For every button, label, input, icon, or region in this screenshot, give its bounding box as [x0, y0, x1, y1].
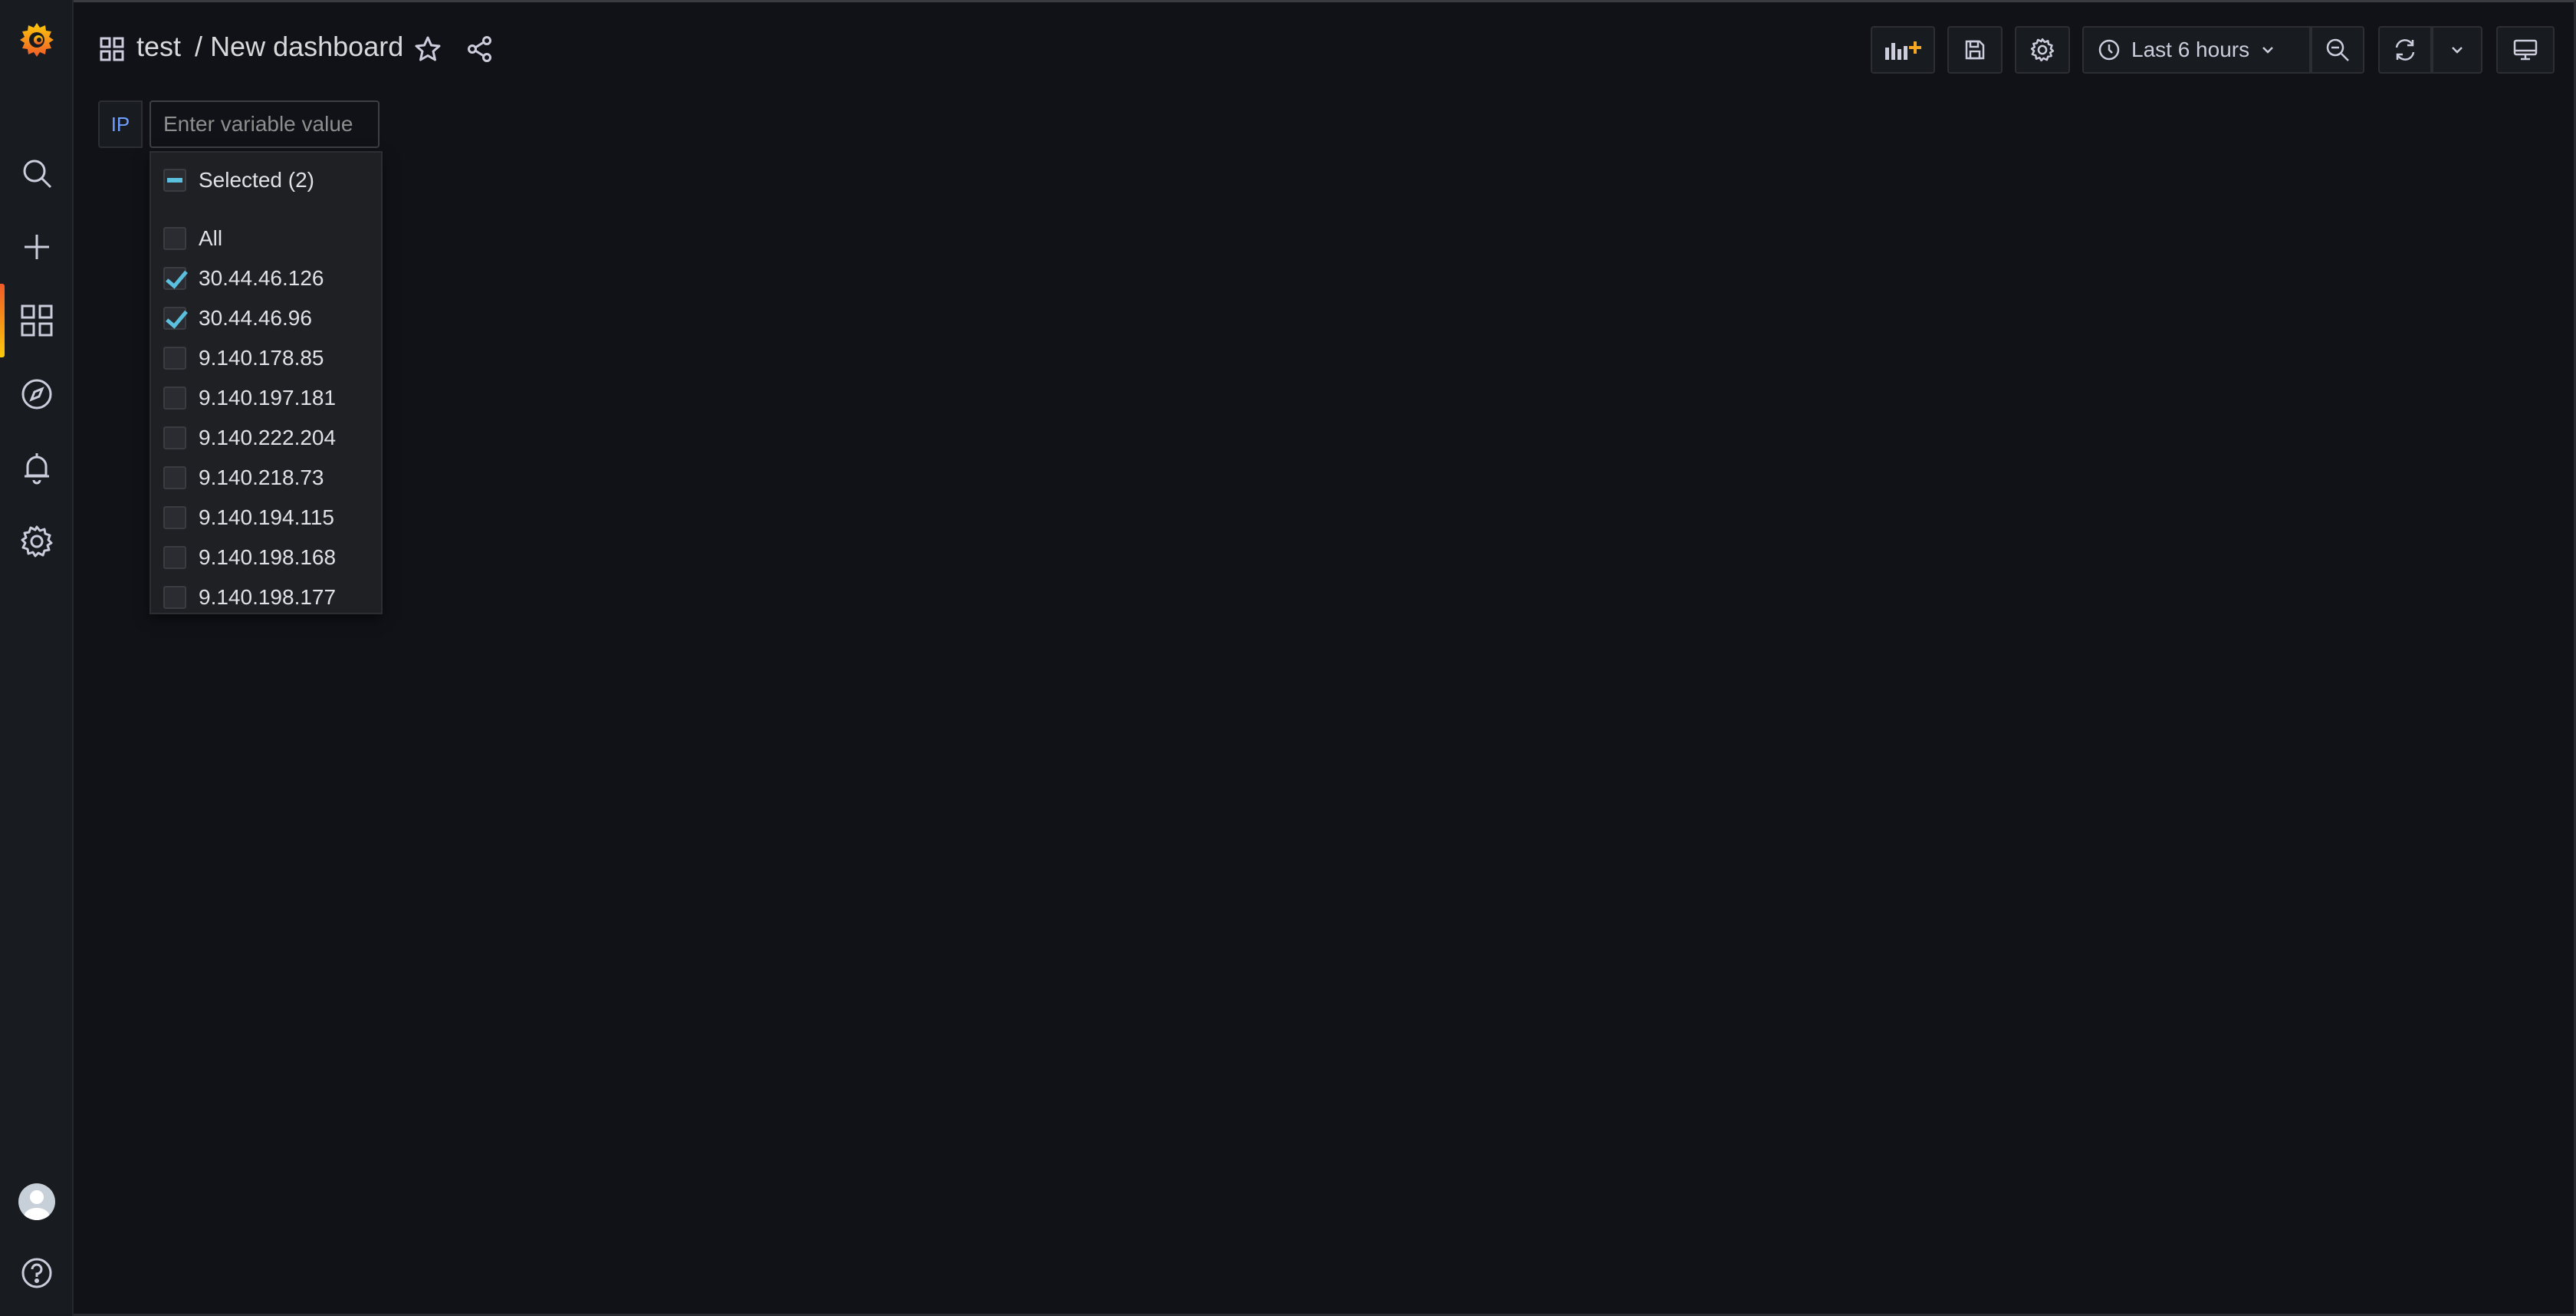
selected-count-label: Selected (2): [199, 168, 314, 192]
checkbox[interactable]: [163, 546, 186, 569]
sidebar: [0, 0, 74, 1316]
variable-options-dropdown: Selected (2) All 30.44.46.126 30.44.46.96 9…: [150, 151, 383, 614]
gear-icon: [2030, 38, 2055, 62]
help-icon[interactable]: [0, 1236, 74, 1310]
variable-option-label: 9.140.194.115: [199, 505, 334, 529]
zoom-out-icon: [2326, 38, 2349, 61]
variable-label: IP: [98, 100, 143, 148]
clock-icon: [2098, 39, 2120, 61]
checkbox[interactable]: [163, 426, 186, 449]
zoom-out-button[interactable]: [2311, 26, 2364, 74]
select-toggle-all[interactable]: Selected (2): [151, 160, 381, 200]
search-icon[interactable]: [0, 137, 74, 210]
variable-option[interactable]: 9.140.197.181: [151, 378, 381, 418]
gear-icon[interactable]: [0, 505, 74, 578]
dashboard-settings-button[interactable]: [2015, 26, 2070, 74]
checkbox[interactable]: [163, 387, 186, 410]
explore-icon[interactable]: [0, 357, 74, 431]
partial-checkbox[interactable]: [163, 169, 186, 192]
variable-option-label: 30.44.46.126: [199, 266, 324, 290]
page-title[interactable]: New dashboard: [210, 31, 403, 62]
variable-option-label: 9.140.178.85: [199, 346, 324, 370]
plus-icon[interactable]: [0, 210, 74, 284]
variable-option[interactable]: 9.140.218.73: [151, 458, 381, 498]
checkbox[interactable]: [163, 506, 186, 529]
refresh-icon: [2395, 39, 2415, 61]
checkbox[interactable]: [163, 347, 186, 370]
checked-checkbox[interactable]: [163, 307, 186, 330]
tv-mode-button[interactable]: [2496, 26, 2555, 74]
breadcrumb-separator: /: [195, 31, 203, 62]
variable-option-label: 9.140.197.181: [199, 386, 337, 410]
variable-option-label: 30.44.46.96: [199, 306, 312, 330]
breadcrumb: test / New dashboard: [136, 31, 403, 63]
time-range-label: Last 6 hours: [2131, 38, 2250, 61]
chevron-down-icon: [2452, 47, 2463, 54]
variable-option[interactable]: 9.140.198.168: [151, 538, 381, 577]
variable-option[interactable]: 9.140.222.204: [151, 418, 381, 458]
variable-option-label: 9.140.218.73: [199, 466, 324, 489]
variable-option[interactable]: 9.140.194.115: [151, 498, 381, 538]
refresh-button[interactable]: [2378, 26, 2432, 74]
variable-option[interactable]: All: [151, 219, 381, 258]
variable-option[interactable]: 30.44.46.126: [151, 258, 381, 298]
add-panel-icon: [1885, 41, 1921, 60]
window-frame: [0, 0, 2576, 1316]
share-icon[interactable]: [466, 35, 494, 67]
avatar[interactable]: [18, 1183, 55, 1220]
monitor-icon: [2513, 39, 2538, 61]
dashboards-icon[interactable]: [0, 284, 74, 357]
variable-option[interactable]: 30.44.46.96: [151, 298, 381, 338]
time-range-picker[interactable]: Last 6 hours: [2082, 26, 2311, 74]
checkbox[interactable]: [163, 466, 186, 489]
star-icon[interactable]: [414, 35, 442, 67]
add-panel-button[interactable]: [1871, 26, 1935, 74]
dashboards-grid-icon: [100, 37, 124, 65]
checkbox[interactable]: [163, 586, 186, 609]
checked-checkbox[interactable]: [163, 267, 186, 290]
variable-option-label: 9.140.222.204: [199, 426, 337, 449]
alert-bell-icon[interactable]: [0, 431, 74, 505]
variable-option-label: 9.140.198.177: [199, 585, 337, 609]
variable-input[interactable]: [150, 100, 380, 148]
checkbox[interactable]: [163, 227, 186, 250]
variable-option[interactable]: 9.140.198.177: [151, 577, 381, 613]
variable-option-label: All: [199, 226, 223, 250]
variable-option-label: 9.140.198.168: [199, 545, 337, 569]
chevron-down-icon: [2262, 47, 2273, 54]
save-icon: [1965, 40, 1985, 60]
save-dashboard-button[interactable]: [1947, 26, 2003, 74]
variable-option[interactable]: 9.140.178.85: [151, 338, 381, 378]
breadcrumb-folder[interactable]: test: [136, 31, 181, 63]
grafana-logo-icon[interactable]: [0, 3, 74, 77]
refresh-interval-dropdown[interactable]: [2432, 26, 2482, 74]
